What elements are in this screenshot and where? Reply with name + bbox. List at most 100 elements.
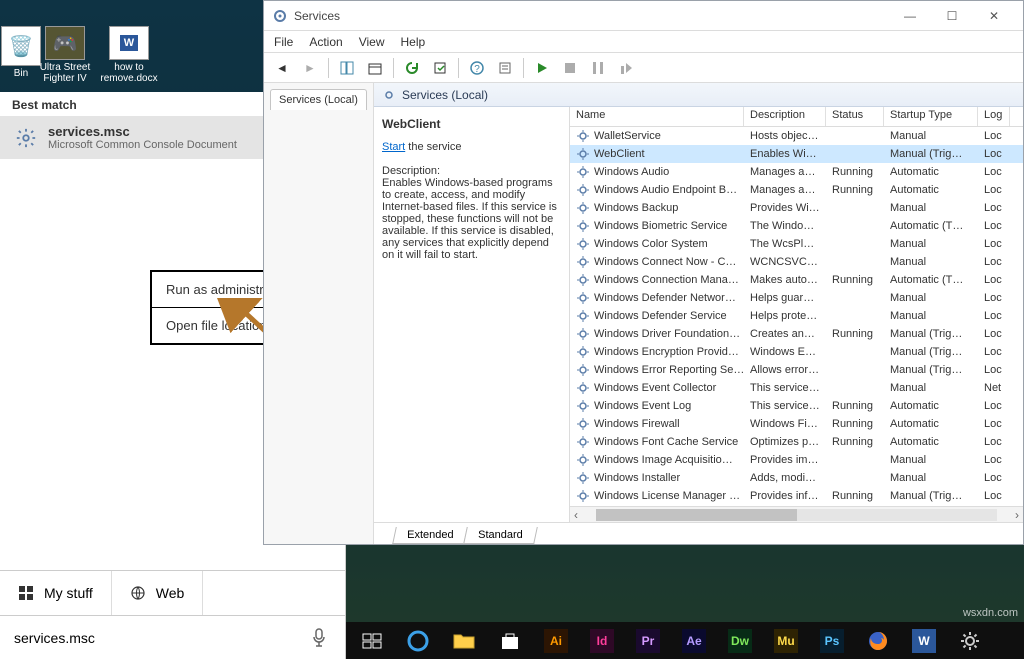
tab-label: My stuff: [44, 585, 93, 601]
service-row[interactable]: Windows License Manager …Provides inf…Ru…: [570, 487, 1023, 505]
gear-icon: [576, 291, 590, 305]
illustrator-icon[interactable]: Ai: [534, 625, 578, 657]
mic-icon[interactable]: [311, 628, 331, 648]
edge-icon[interactable]: [396, 625, 440, 657]
close-button[interactable]: ✕: [973, 2, 1015, 30]
forward-button[interactable]: ►: [298, 56, 322, 80]
gear-icon: [576, 201, 590, 215]
props-button[interactable]: [493, 56, 517, 80]
store-icon[interactable]: [488, 625, 532, 657]
desktop-icon-docx[interactable]: W how to remove.docx: [100, 26, 158, 84]
col-name[interactable]: Name: [570, 107, 744, 126]
game-icon: 🎮: [45, 26, 85, 60]
service-row[interactable]: Windows Event CollectorThis service …Man…: [570, 379, 1023, 397]
menubar: File Action View Help: [264, 31, 1023, 53]
start-service-button[interactable]: [530, 56, 554, 80]
tree-node-services-local[interactable]: Services (Local): [270, 89, 367, 110]
word-icon[interactable]: W: [902, 625, 946, 657]
service-row[interactable]: Windows Audio Endpoint B…Manages au…Runn…: [570, 181, 1023, 199]
gear-icon: [576, 471, 590, 485]
service-row[interactable]: Windows InstallerAdds, modi…ManualLoc: [570, 469, 1023, 487]
aftereffects-icon[interactable]: Ae: [672, 625, 716, 657]
service-row[interactable]: Windows Defender Networ…Helps guard…Manu…: [570, 289, 1023, 307]
gear-icon: [576, 399, 590, 413]
service-row[interactable]: Windows Font Cache ServiceOptimizes p…Ru…: [570, 433, 1023, 451]
properties-button[interactable]: [363, 56, 387, 80]
service-row[interactable]: Windows FirewallWindows Fi…RunningAutoma…: [570, 415, 1023, 433]
menu-help[interactable]: Help: [401, 35, 426, 49]
gear-icon: [576, 129, 590, 143]
service-row[interactable]: Windows Error Reporting Se…Allows error……: [570, 361, 1023, 379]
service-row[interactable]: Windows Biometric ServiceThe Windo…Autom…: [570, 217, 1023, 235]
show-hide-tree-button[interactable]: [335, 56, 359, 80]
minimize-button[interactable]: —: [889, 2, 931, 30]
column-headers[interactable]: Name Description Status Startup Type Log: [570, 107, 1023, 127]
col-startup-type[interactable]: Startup Type: [884, 107, 978, 126]
service-row[interactable]: Windows Event LogThis service …RunningAu…: [570, 397, 1023, 415]
service-row[interactable]: WebClientEnables Win…Manual (Trig…Loc: [570, 145, 1023, 163]
file-explorer-icon[interactable]: [442, 625, 486, 657]
word-doc-icon: W: [109, 26, 149, 60]
settings-icon[interactable]: [948, 625, 992, 657]
horizontal-scrollbar[interactable]: ‹ ›: [570, 506, 1023, 522]
services-list: Name Description Status Startup Type Log…: [570, 107, 1023, 522]
gear-icon: [576, 435, 590, 449]
menu-view[interactable]: View: [359, 35, 385, 49]
gear-icon: [576, 417, 590, 431]
pause-service-button[interactable]: [586, 56, 610, 80]
service-row[interactable]: Windows Defender ServiceHelps prote…Manu…: [570, 307, 1023, 325]
selected-service-name: WebClient: [382, 117, 561, 131]
gear-icon: [576, 309, 590, 323]
service-row[interactable]: Windows Encryption Provid…Windows E…Manu…: [570, 343, 1023, 361]
search-input[interactable]: [14, 630, 311, 646]
service-row[interactable]: Windows Image Acquisitio…Provides im…Man…: [570, 451, 1023, 469]
task-view-button[interactable]: [350, 625, 394, 657]
watermark: wsxdn.com: [963, 607, 1018, 619]
photoshop-icon[interactable]: Ps: [810, 625, 854, 657]
titlebar[interactable]: Services — ☐ ✕: [264, 1, 1023, 31]
gear-icon: [576, 183, 590, 197]
tab-web[interactable]: Web: [112, 571, 204, 615]
service-row[interactable]: Windows AudioManages au…RunningAutomatic…: [570, 163, 1023, 181]
windows-icon: [18, 585, 34, 601]
gear-icon: [576, 165, 590, 179]
col-description[interactable]: Description: [744, 107, 826, 126]
gear-icon: [576, 147, 590, 161]
globe-icon: [130, 585, 146, 601]
window-title: Services: [294, 9, 340, 23]
premiere-icon[interactable]: Pr: [626, 625, 670, 657]
service-row[interactable]: Windows Driver Foundation…Creates and…Ru…: [570, 325, 1023, 343]
tree-pane[interactable]: Services (Local): [264, 83, 374, 544]
restart-service-button[interactable]: [614, 56, 638, 80]
menu-file[interactable]: File: [274, 35, 293, 49]
tab-extended[interactable]: Extended: [392, 527, 468, 544]
services-window: Services — ☐ ✕ File Action View Help ◄ ►…: [263, 0, 1024, 545]
refresh-button[interactable]: [400, 56, 424, 80]
col-status[interactable]: Status: [826, 107, 884, 126]
menu-action[interactable]: Action: [309, 35, 342, 49]
maximize-button[interactable]: ☐: [931, 2, 973, 30]
taskbar[interactable]: Ai Id Pr Ae Dw Mu Ps W: [346, 622, 1024, 659]
firefox-icon[interactable]: [856, 625, 900, 657]
export-button[interactable]: [428, 56, 452, 80]
start-service-link[interactable]: Start: [382, 141, 405, 153]
recycle-bin-icon: 🗑️: [1, 26, 41, 66]
dreamweaver-icon[interactable]: Dw: [718, 625, 762, 657]
service-row[interactable]: Windows Color SystemThe WcsPlu…ManualLoc: [570, 235, 1023, 253]
service-row[interactable]: Windows Connect Now - C…WCNCSVC …ManualL…: [570, 253, 1023, 271]
tab-label: Web: [156, 585, 185, 601]
service-row[interactable]: Windows Connection Mana…Makes auto…Runni…: [570, 271, 1023, 289]
help-button[interactable]: ?: [465, 56, 489, 80]
desktop-icon-label: how to remove.docx: [100, 62, 158, 84]
tab-standard[interactable]: Standard: [464, 527, 538, 544]
col-logon[interactable]: Log: [978, 107, 1010, 126]
service-row[interactable]: WalletServiceHosts objec…ManualLoc: [570, 127, 1023, 145]
tab-my-stuff[interactable]: My stuff: [0, 571, 112, 615]
desktop-icon-label: Bin: [14, 68, 28, 79]
indesign-icon[interactable]: Id: [580, 625, 624, 657]
desktop-icon-usf[interactable]: 🎮 Ultra Street Fighter IV: [36, 26, 94, 84]
service-row[interactable]: Windows BackupProvides Wi…ManualLoc: [570, 199, 1023, 217]
muse-icon[interactable]: Mu: [764, 625, 808, 657]
back-button[interactable]: ◄: [270, 56, 294, 80]
stop-service-button[interactable]: [558, 56, 582, 80]
